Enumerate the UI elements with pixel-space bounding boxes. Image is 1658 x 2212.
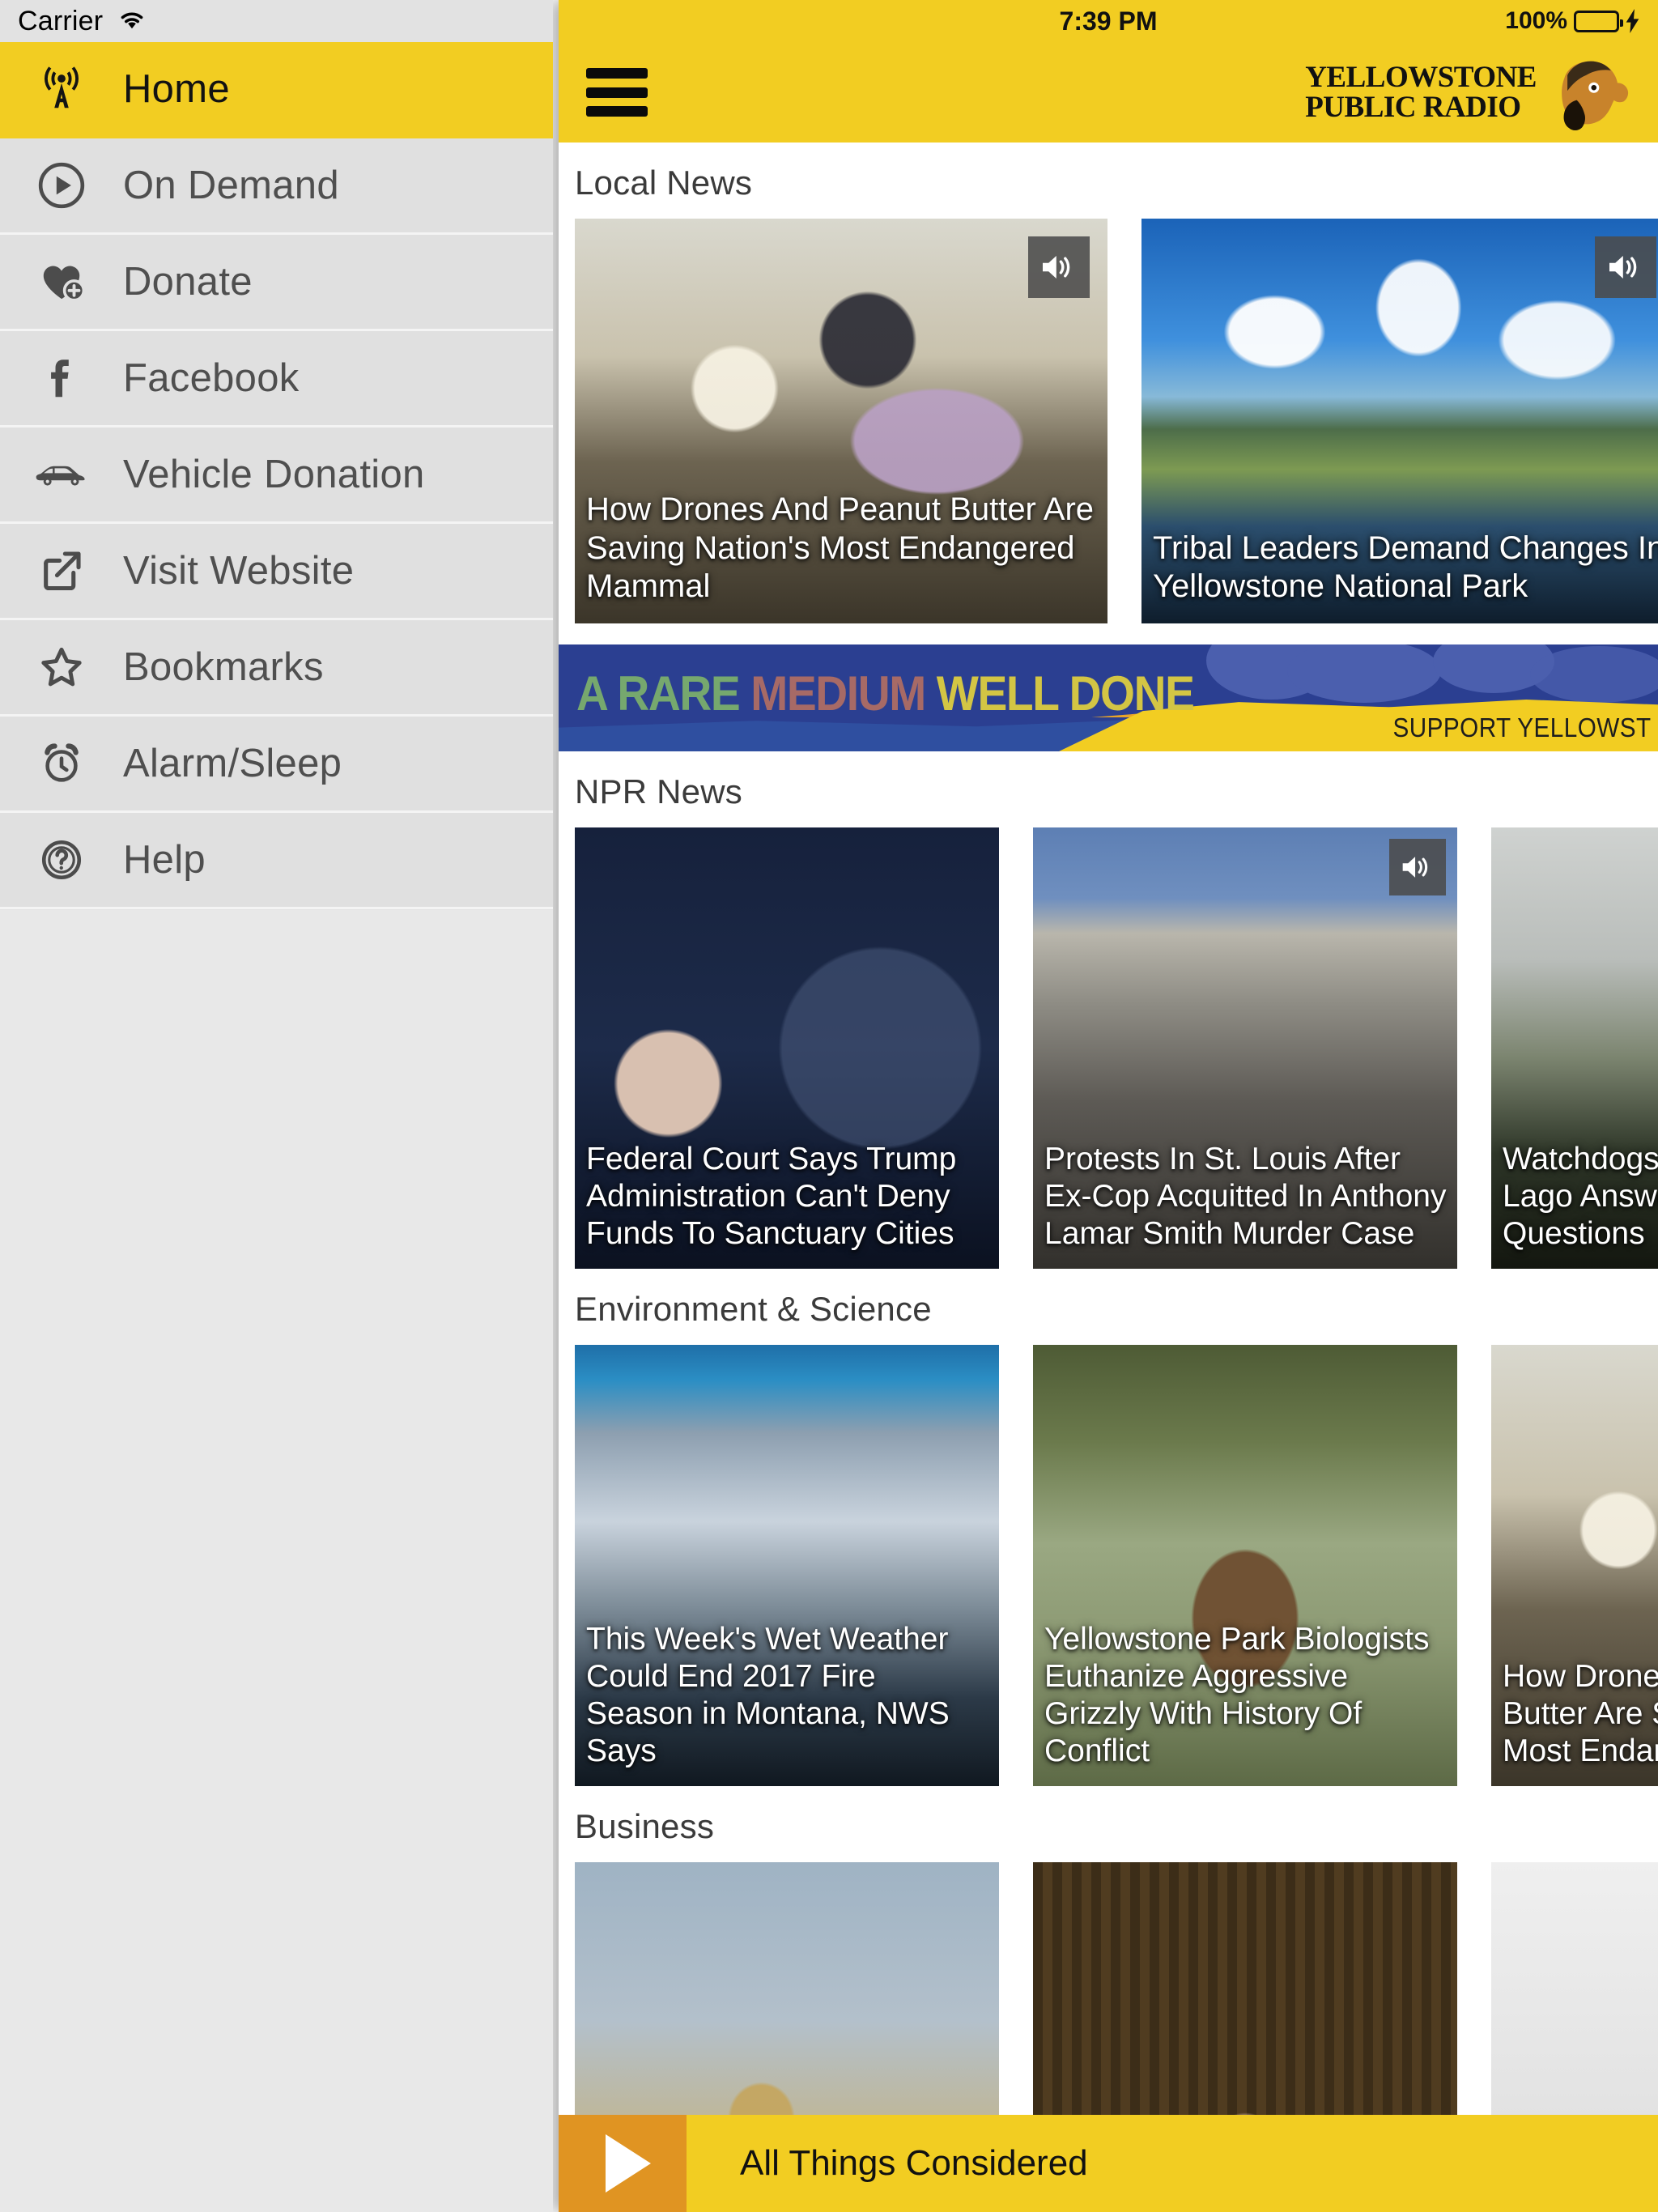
banner-word-1: A RARE: [576, 666, 741, 721]
sidebar-item-label: Home: [123, 67, 230, 111]
sidebar-item-visit-website[interactable]: Visit Website: [0, 524, 553, 620]
main-content-panel: 7:39 PM 100% YELLOWSTONE PUBLIC RADIO Lo…: [559, 0, 1658, 2212]
brand-logo: YELLOWSTONE PUBLIC RADIO: [1305, 53, 1637, 131]
app-header: YELLOWSTONE PUBLIC RADIO: [559, 42, 1658, 143]
help-circle-icon: [0, 836, 123, 883]
sidebar-item-label: Donate: [123, 260, 253, 304]
card-title: Protests In St. Louis After Ex-Cop Acqui…: [1044, 1141, 1447, 1251]
card-title: Tribal Leaders Demand Changes In Yellows…: [1153, 530, 1658, 604]
drawer-item-list: Home On Demand Donate Facebook Vehicle D…: [0, 42, 553, 909]
hamburger-menu-icon[interactable]: [586, 68, 648, 117]
audio-speaker-icon[interactable]: [1028, 236, 1090, 298]
drawer-empty-area: [0, 910, 553, 2212]
brand-line-1: YELLOWSTONE: [1305, 61, 1537, 94]
wifi-icon: [116, 7, 148, 36]
sidebar-item-label: Visit Website: [123, 549, 355, 593]
now-playing-bar: All Things Considered: [559, 2115, 1658, 2212]
sidebar-item-label: Alarm/Sleep: [123, 742, 342, 785]
alarm-clock-icon: [0, 740, 123, 787]
carrier-label: Carrier: [18, 5, 104, 36]
audio-speaker-icon[interactable]: [1389, 839, 1446, 895]
banner-word-3: WELL DONE: [936, 666, 1195, 721]
news-card[interactable]: How Drones And Peanut Butter Are Saving …: [1491, 1345, 1658, 1786]
section-title-npr-news: NPR News: [575, 772, 742, 810]
card-title: Watchdogs Trump's Mar-A-Lago Answers Rai…: [1503, 1141, 1658, 1251]
sidebar-item-label: Facebook: [123, 356, 300, 400]
facebook-icon: [0, 353, 123, 403]
sidebar-item-donate[interactable]: Donate: [0, 235, 553, 331]
banner-word-2: MEDIUM: [750, 666, 926, 721]
sidebar-item-alarm-sleep[interactable]: Alarm/Sleep: [0, 717, 553, 813]
news-card[interactable]: How Drones And Peanut Butter Are Saving …: [575, 219, 1107, 623]
play-icon: [606, 2134, 651, 2193]
sidebar-item-label: On Demand: [123, 164, 339, 207]
now-playing-title: All Things Considered: [740, 2143, 1088, 2183]
sidebar-item-help[interactable]: Help: [0, 813, 553, 909]
charging-bolt-icon: [1626, 9, 1639, 33]
card-row-local-news[interactable]: How Drones And Peanut Butter Are Saving …: [559, 219, 1658, 623]
card-title: This Week's Wet Weather Could End 2017 F…: [586, 1621, 950, 1768]
card-title: How Drones And Peanut Butter Are Saving …: [586, 491, 1095, 604]
external-link-icon: [0, 547, 123, 594]
battery-full-charging-icon: [1574, 10, 1623, 32]
battery-percent-label: 100%: [1505, 7, 1567, 34]
sidebar-item-label: Help: [123, 838, 206, 882]
navigation-drawer: Carrier Home On Demand Donate Facebook V…: [0, 0, 553, 2212]
sidebar-item-bookmarks[interactable]: Bookmarks: [0, 620, 553, 717]
card-title: Yellowstone Park Biologists Euthanize Ag…: [1044, 1621, 1430, 1768]
play-circle-icon: [0, 160, 123, 211]
banner-support-text: SUPPORT YELLOWST: [1392, 713, 1652, 742]
banner-headline: A RARE MEDIUM WELL DONE: [576, 666, 1195, 721]
card-row-npr-news[interactable]: Federal Court Says Trump Administration …: [559, 827, 1658, 1269]
news-card[interactable]: This Week's Wet Weather Could End 2017 F…: [575, 1345, 999, 1786]
news-card[interactable]: Protests In St. Louis After Ex-Cop Acqui…: [1033, 827, 1457, 1269]
news-card[interactable]: Yellowstone Park Biologists Euthanize Ag…: [1033, 1345, 1457, 1786]
broadcast-tower-icon: [0, 64, 123, 114]
audio-speaker-icon[interactable]: [1595, 236, 1656, 298]
bison-icon: [1562, 61, 1629, 131]
status-bar-left: Carrier: [0, 0, 553, 42]
news-card[interactable]: Watchdogs Trump's Mar-A-Lago Answers Rai…: [1491, 827, 1658, 1269]
heart-plus-icon: [0, 257, 123, 307]
brand-line-2: PUBLIC RADIO: [1305, 91, 1521, 124]
card-title: Federal Court Says Trump Administration …: [586, 1141, 957, 1251]
play-button[interactable]: [559, 2115, 687, 2212]
section-title-business: Business: [575, 1807, 715, 1845]
sponsor-banner[interactable]: A RARE MEDIUM WELL DONE SUPPORT YELLOWST: [559, 644, 1658, 751]
news-card[interactable]: Tribal Leaders Demand Changes In Yellows…: [1141, 219, 1658, 623]
card-row-environment-science[interactable]: This Week's Wet Weather Could End 2017 F…: [559, 1345, 1658, 1786]
clock-label: 7:39 PM: [1059, 6, 1158, 36]
sidebar-item-facebook[interactable]: Facebook: [0, 331, 553, 428]
sidebar-item-on-demand[interactable]: On Demand: [0, 138, 553, 235]
news-card[interactable]: Federal Court Says Trump Administration …: [575, 827, 999, 1269]
section-title-local-news: Local News: [575, 164, 753, 202]
car-icon: [0, 456, 123, 493]
sidebar-item-vehicle-donation[interactable]: Vehicle Donation: [0, 428, 553, 524]
battery-status-group: 100%: [1505, 0, 1640, 42]
card-title: How Drones And Peanut Butter Are Saving …: [1503, 1658, 1658, 1768]
status-bar-right: 7:39 PM 100%: [559, 0, 1658, 42]
sidebar-item-home[interactable]: Home: [0, 42, 553, 138]
star-icon: [0, 642, 123, 692]
section-title-environment-science: Environment & Science: [575, 1290, 932, 1328]
sidebar-item-label: Vehicle Donation: [123, 453, 425, 496]
sidebar-item-label: Bookmarks: [123, 645, 324, 689]
